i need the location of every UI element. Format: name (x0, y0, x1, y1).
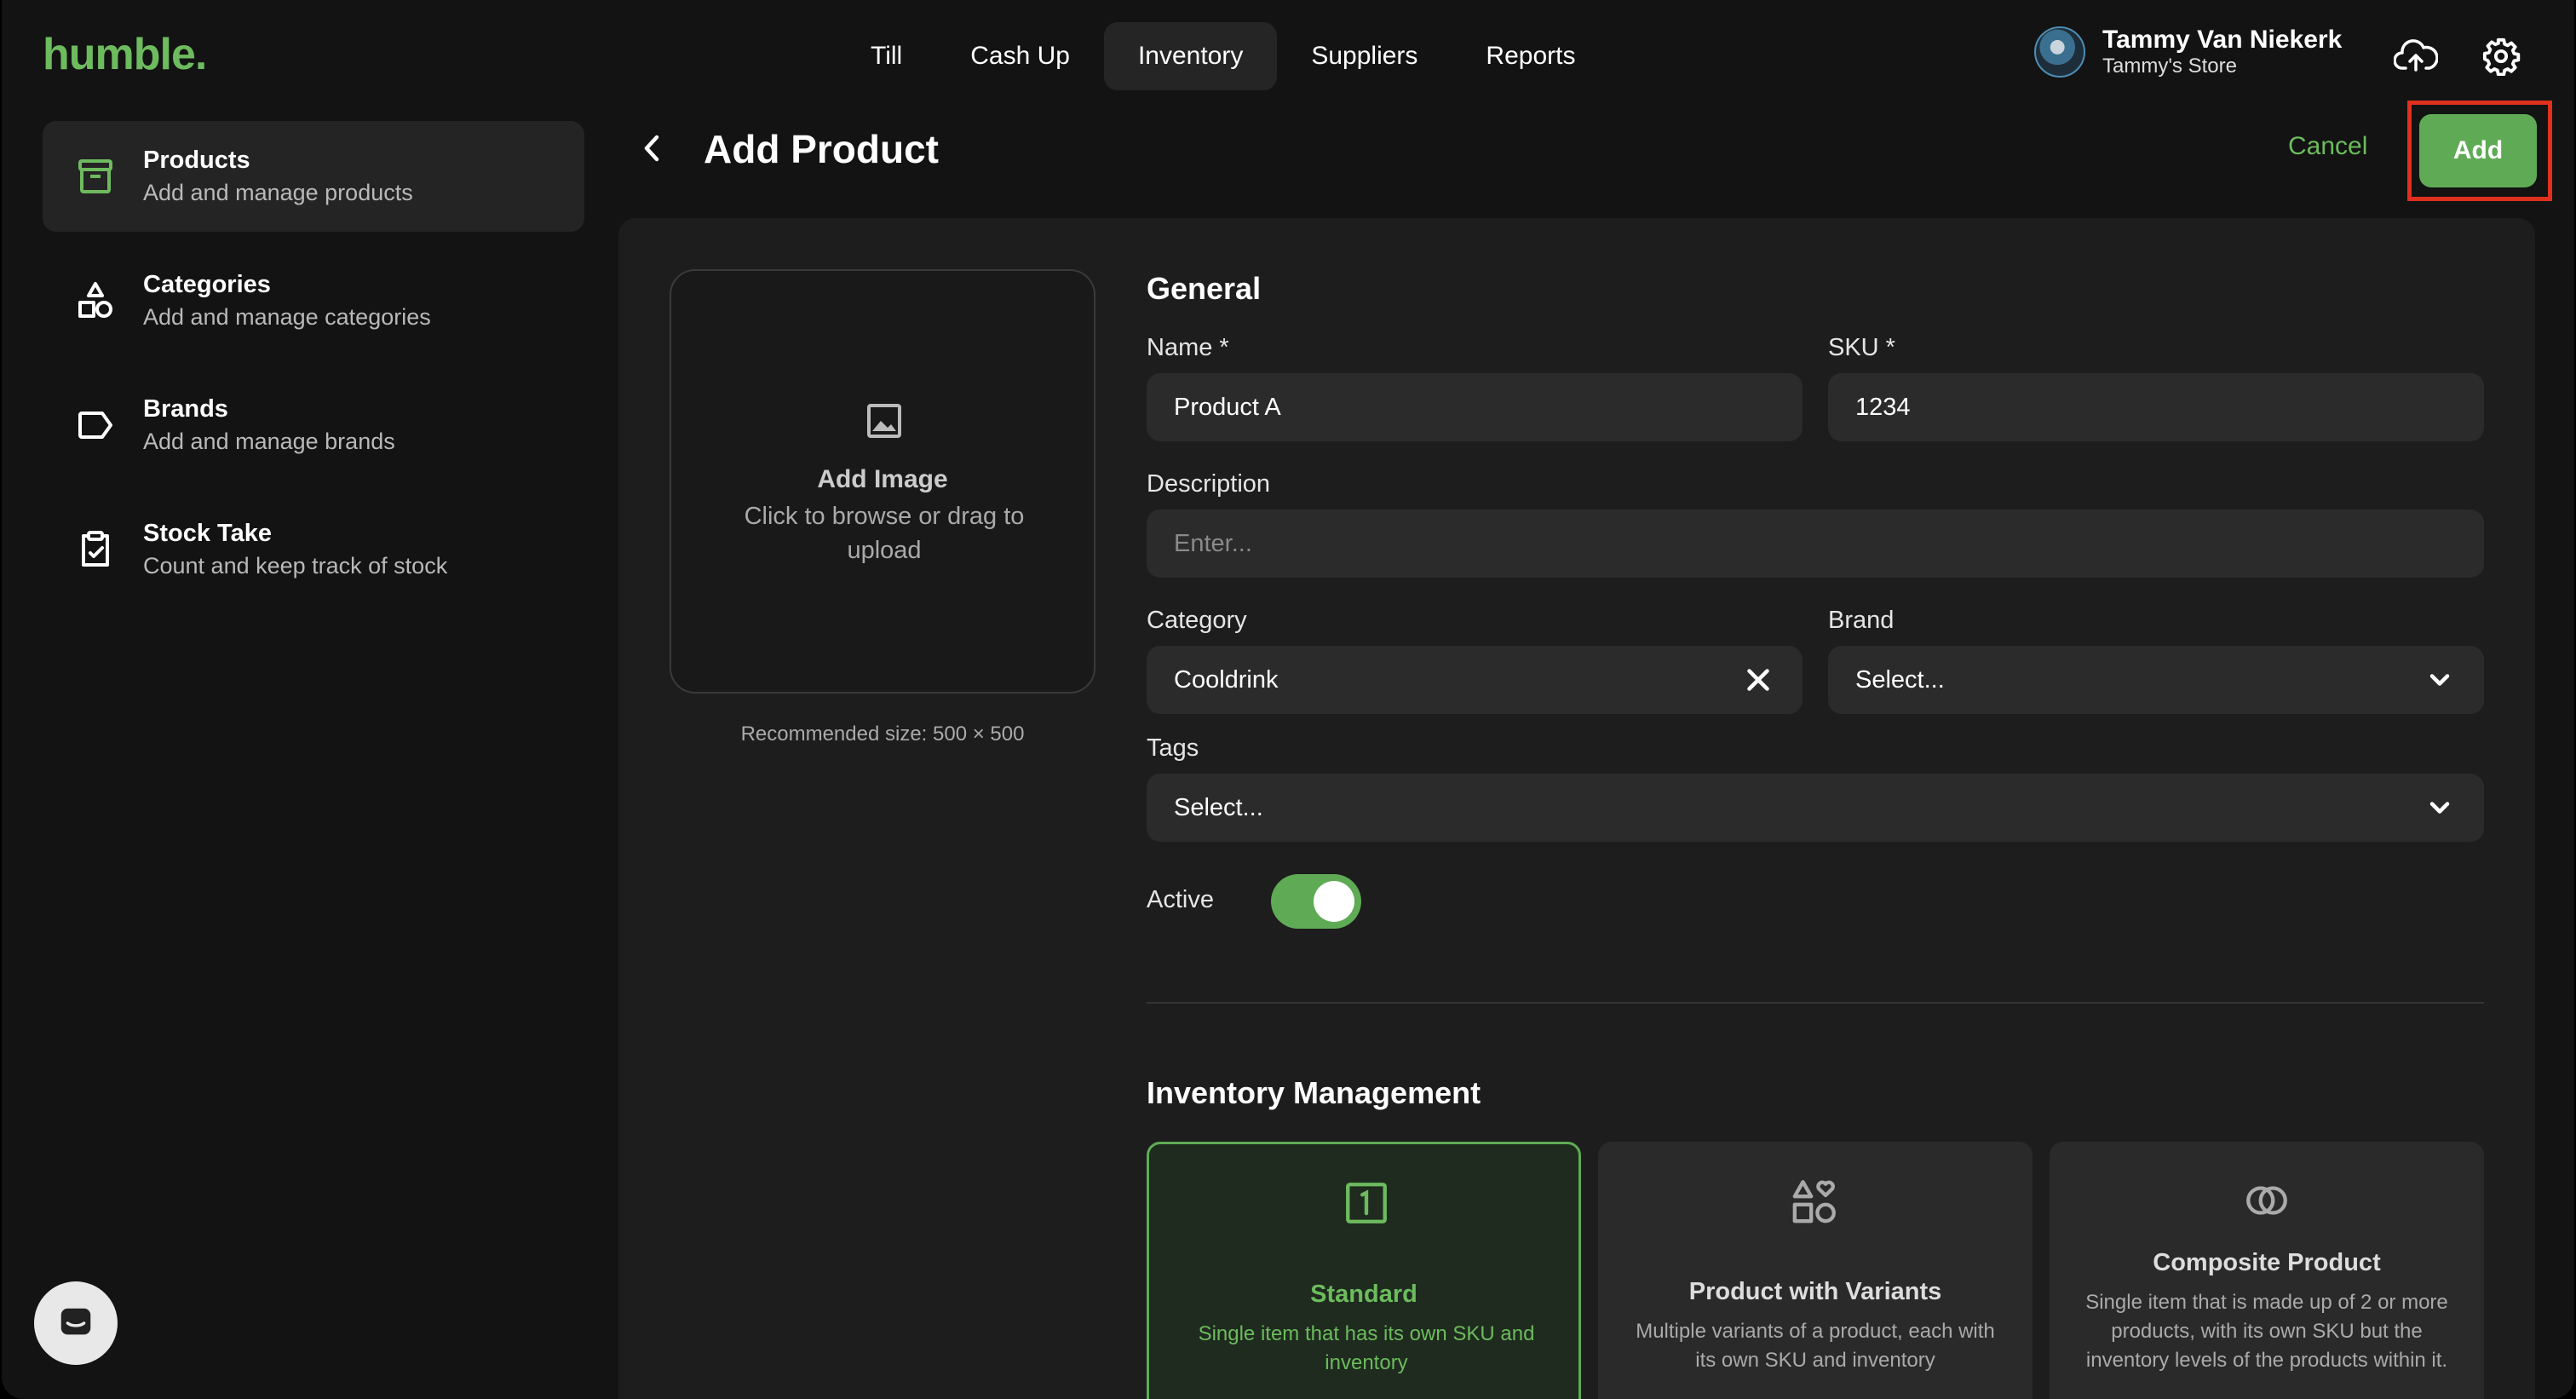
sidebar-item-title: Stock Take (143, 520, 272, 547)
tag-icon (73, 403, 118, 447)
name-label: Name * (1147, 334, 1229, 361)
chat-support-button[interactable] (34, 1281, 118, 1365)
image-upload-dropzone[interactable]: Add Image Click to browse or drag to upl… (670, 269, 1095, 694)
cloud-upload-icon[interactable] (2390, 31, 2441, 82)
sidebar-item-title: Categories (143, 271, 271, 298)
sidebar-item-title: Brands (143, 395, 228, 423)
gear-icon[interactable] (2475, 31, 2527, 82)
brand-select[interactable]: Select... (1828, 646, 2484, 714)
humble-logo[interactable]: humble. (43, 29, 207, 80)
sku-label: SKU * (1828, 334, 1895, 361)
inventory-option-composite[interactable]: Composite Product Single item that is ma… (2050, 1142, 2484, 1399)
inventory-option-standard[interactable]: Standard Single item that has its own SK… (1147, 1142, 1581, 1399)
user-menu[interactable]: Tammy Van Niekerk Tammy's Store (2034, 26, 2342, 78)
inventory-option-title: Product with Variants (1688, 1278, 1942, 1305)
brand-placeholder: Select... (1855, 665, 1945, 694)
shapes-icon (73, 279, 118, 323)
sidebar-item-subtitle: Add and manage products (143, 180, 413, 205)
inventory-option-variants[interactable]: Product with Variants Multiple variants … (1598, 1142, 2033, 1399)
brand-label: Brand (1828, 607, 1895, 634)
nav-cash-up[interactable]: Cash Up (936, 22, 1104, 90)
inventory-option-desc: Single item that has its own SKU and inv… (1198, 1322, 1535, 1374)
sidebar-item-title: Products (143, 147, 250, 174)
category-label: Category (1147, 607, 1247, 634)
standard-item-icon (1346, 1183, 1387, 1223)
toggle-knob (1314, 881, 1354, 922)
clipboard-check-icon (73, 527, 118, 572)
tags-select[interactable]: Select... (1147, 774, 2484, 842)
top-nav: Till Cash Up Inventory Suppliers Reports (837, 22, 1609, 90)
app-window: humble. Till Cash Up Inventory Suppliers… (2, 0, 2574, 1399)
nav-reports[interactable]: Reports (1452, 22, 1609, 90)
inventory-option-title: Composite Product (2153, 1249, 2381, 1276)
category-value: Cooldrink (1174, 665, 1279, 694)
user-name: Tammy Van Niekerk (2102, 26, 2343, 54)
image-upload-subtitle: Click to browse or drag to upload (744, 503, 1025, 564)
user-store: Tammy's Store (2102, 55, 2237, 78)
nav-inventory[interactable]: Inventory (1103, 22, 1278, 90)
inventory-option-title: Standard (1310, 1281, 1417, 1308)
cancel-button[interactable]: Cancel (2288, 132, 2367, 161)
chevron-left-icon (644, 135, 659, 162)
clear-icon[interactable] (1743, 665, 1774, 695)
variants-shapes-icon (1792, 1180, 1836, 1223)
overlapping-circles-icon (2246, 1186, 2287, 1215)
sidebar-item-subtitle: Count and keep track of stock (143, 553, 448, 579)
chat-icon (60, 1308, 91, 1335)
active-label: Active (1147, 886, 1214, 913)
description-input[interactable]: Enter... (1147, 510, 2484, 578)
sidebar: Products Add and manage products Categor… (43, 121, 584, 619)
sidebar-item-categories[interactable]: Categories Add and manage categories (43, 245, 584, 356)
archive-box-icon (73, 154, 118, 199)
sidebar-item-subtitle: Add and manage brands (143, 429, 395, 454)
add-button[interactable]: Add (2419, 114, 2537, 187)
sidebar-item-products[interactable]: Products Add and manage products (43, 121, 584, 232)
active-toggle[interactable] (1271, 874, 1361, 929)
sidebar-item-subtitle: Add and manage categories (143, 304, 431, 330)
chevron-down-icon (2429, 674, 2450, 686)
tags-label: Tags (1147, 734, 1199, 762)
inventory-option-desc: Single item that is made up of 2 or more… (2085, 1291, 2448, 1372)
page-title: Add Product (704, 127, 939, 171)
general-section-title: General (1147, 271, 1262, 306)
avatar (2034, 26, 2085, 78)
category-select[interactable]: Cooldrink (1147, 646, 1803, 714)
name-input[interactable]: Product A (1147, 373, 1803, 441)
tags-placeholder: Select... (1174, 793, 1263, 821)
description-label: Description (1147, 470, 1271, 498)
section-divider (1147, 1002, 2484, 1004)
inventory-section-title: Inventory Management (1147, 1075, 1481, 1110)
image-upload-title: Add Image (817, 465, 948, 493)
sidebar-item-stock-take[interactable]: Stock Take Count and keep track of stock (43, 494, 584, 605)
chevron-down-icon (2429, 802, 2450, 814)
image-icon (867, 404, 901, 438)
nav-suppliers[interactable]: Suppliers (1277, 22, 1452, 90)
sidebar-item-brands[interactable]: Brands Add and manage brands (43, 370, 584, 481)
sku-input[interactable]: 1234 (1828, 373, 2484, 441)
image-recommended-size: Recommended size: 500 × 500 (740, 723, 1025, 746)
inventory-option-desc: Multiple variants of a product, each wit… (1636, 1320, 1995, 1372)
back-button[interactable] (634, 130, 671, 167)
nav-till[interactable]: Till (837, 22, 936, 90)
